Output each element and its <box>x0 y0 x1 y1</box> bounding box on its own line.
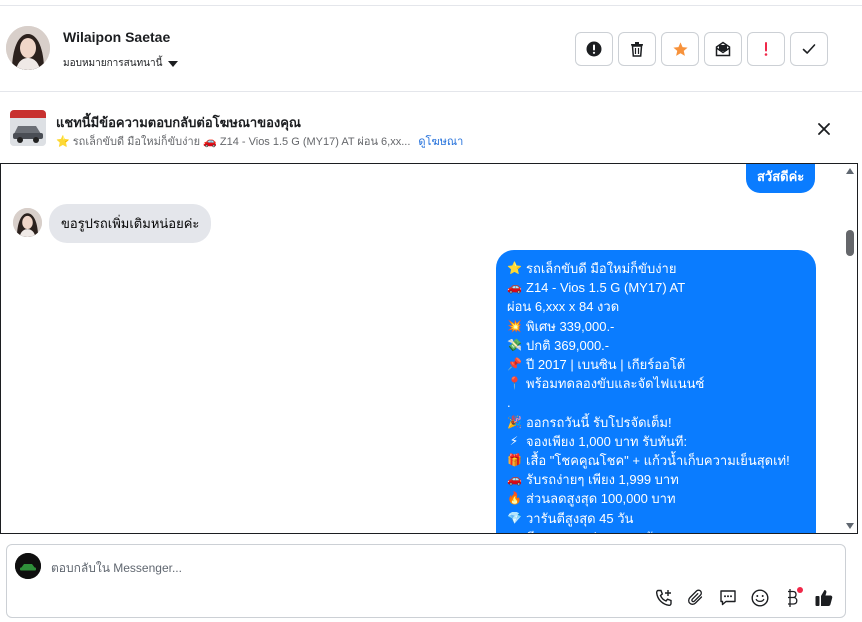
car-emoji-icon: 🚗 <box>507 472 522 487</box>
ad-message-line-text: ออกรถวันนี้ รับโปรจัดเต็ม! <box>526 414 672 430</box>
saved-replies-button[interactable] <box>717 587 739 609</box>
phone-plus-icon <box>655 589 672 607</box>
customer-avatar <box>13 208 42 237</box>
exclamation-circle-icon <box>586 41 602 57</box>
ad-message-line-text: . <box>507 395 511 411</box>
incoming-message: ขอรูปรถเพิ่มเติมหน่อยค่ะ <box>49 204 212 243</box>
ad-message-line: 🎁 เสื้อ "โชคคูณโชค" + แก้วน้ำเก็บความเย็น… <box>507 451 805 470</box>
close-banner-button[interactable] <box>814 119 834 139</box>
ad-message-line: 💥 พิเศษ 339,000.- <box>507 317 805 336</box>
thumbs-up-icon <box>815 590 833 606</box>
view-ad-link[interactable]: ดูโฆษณา <box>418 132 463 150</box>
ad-message-line-text: Z14 - Vios 1.5 G (MY17) AT <box>526 280 686 296</box>
smiley-icon <box>751 589 769 607</box>
star-icon <box>672 41 688 56</box>
scroll-down-arrow-icon[interactable] <box>846 523 854 529</box>
ad-message-line: ⚡ จองเพียง 1,000 บาท รับทันที: <box>507 432 805 451</box>
ad-message-line: 💎 วารันตีสูงสุด 45 วัน <box>507 509 805 528</box>
ad-message-line-text: เสื้อ "โชคคูณโชค" + แก้วน้ำเก็บความเย็นส… <box>526 453 790 469</box>
assign-conversation-dropdown[interactable]: มอบหมายการสนทนานี้ <box>63 56 179 71</box>
follow-up-button[interactable] <box>747 32 785 66</box>
money-wings-emoji-icon: 💸 <box>507 337 522 352</box>
outgoing-message-ad: ⭐ รถเล็กขับดี มือใหม่ก็ขับง่าย 🚗 Z14 - Vios… <box>496 250 816 533</box>
ad-message-line-text: รถเล็กขับดี มือใหม่ก็ขับง่าย <box>526 261 677 276</box>
paperclip-icon <box>688 589 703 605</box>
star-button[interactable] <box>661 32 699 66</box>
reply-composer <box>6 544 846 618</box>
ad-message-line: 🔥 ส่วนลดสูงสุด 100,000 บาท <box>507 489 805 508</box>
close-icon <box>818 123 830 135</box>
car-emoji-icon: 🚗 <box>507 280 522 295</box>
ad-message-line: 🚗 Z14 - Vios 1.5 G (MY17) AT <box>507 278 805 297</box>
trash-icon <box>631 42 643 57</box>
ad-message-line-text: จองเพียง 1,000 บาท รับทันที: <box>526 433 688 449</box>
chat-bubble-icon <box>720 590 736 606</box>
ad-message-line: 💸 ปกติ 369,000.- <box>507 336 805 355</box>
ad-message-line: 📍 พร้อมทดลองขับและจัดไฟแนนซ์ <box>507 374 805 393</box>
fire-emoji-icon: 🔥 <box>507 491 522 506</box>
boom-emoji-icon: 💥 <box>507 318 522 333</box>
ad-text: ⭐ รถเล็กขับดี มือใหม่ก็ขับง่าย 🚗 Z14 - V… <box>56 136 411 148</box>
caret-down-icon <box>168 60 179 67</box>
suv-emoji-icon: 🚙 <box>507 528 522 533</box>
emoji-button[interactable] <box>749 587 771 609</box>
diamond-emoji-icon: 💎 <box>507 510 522 525</box>
ad-summary: ⭐ รถเล็กขับดี มือใหม่ก็ขับง่าย 🚗 Z14 - V… <box>56 132 463 150</box>
ad-message-line-text: ส่วนลดสูงสุด 100,000 บาท <box>526 491 676 507</box>
ad-message-line-text: พร้อมทดลองขับและจัดไฟแนนซ์ <box>526 376 705 392</box>
star-emoji-icon: ⭐ <box>507 261 522 275</box>
ad-message-line-text: ผ่อน 6,xxx x 84 งวด <box>507 299 620 315</box>
ad-reply-title: แชทนี้มีข้อความตอบกลับต่อโฆษณาของคุณ <box>56 115 301 130</box>
payment-button[interactable] <box>781 587 803 609</box>
delete-button[interactable] <box>618 32 656 66</box>
mark-unread-button[interactable] <box>704 32 742 66</box>
call-button[interactable] <box>653 587 675 609</box>
ad-message-line-text: รับรถง่ายๆ เพียง 1,999 บาท <box>526 472 679 488</box>
ad-message-line: ⭐ รถเล็กขับดี มือใหม่ก็ขับง่าย <box>507 259 805 278</box>
envelope-open-icon <box>715 41 731 57</box>
gift-emoji-icon: 🎁 <box>507 453 522 468</box>
checkmark-icon <box>802 44 816 54</box>
ad-message-line: 🚗 รับรถง่ายๆ เพียง 1,999 บาท <box>507 470 805 489</box>
message-input[interactable] <box>51 557 611 579</box>
party-emoji-icon: 🎉 <box>507 414 522 429</box>
mark-spam-button[interactable] <box>575 32 613 66</box>
ad-message-line-text: ปกติ 369,000.- <box>526 337 610 353</box>
user-avatar[interactable] <box>6 26 50 70</box>
scroll-up-arrow-icon[interactable] <box>846 168 854 174</box>
user-name[interactable]: Wilaipon Saetae <box>63 29 170 45</box>
attach-button[interactable] <box>685 587 707 609</box>
conversation-header: Wilaipon Saetae มอบหมายการสนทนานี้ <box>0 6 862 92</box>
ad-thumbnail[interactable] <box>10 110 46 146</box>
ad-message-line-text: พิเศษ 339,000.- <box>526 318 615 334</box>
outgoing-message-greeting: สวัสดีค่ะ <box>746 164 816 193</box>
pin-emoji-icon: 📌 <box>507 357 522 372</box>
ad-message-line: . <box>507 393 805 412</box>
ad-message-line: ผ่อน 6,xxx x 84 งวด <box>507 297 805 316</box>
chat-scrollbar[interactable] <box>843 164 857 533</box>
round-pin-emoji-icon: 📍 <box>507 376 522 391</box>
ad-message-line: 🎉 ออกรถวันนี้ รับโปรจัดเต็ม! <box>507 413 805 432</box>
notification-dot <box>797 587 803 593</box>
ad-reply-banner: แชทนี้มีข้อความตอบกลับต่อโฆษณาของคุณ ⭐ ร… <box>0 93 862 163</box>
like-button[interactable] <box>813 587 835 609</box>
assign-label: มอบหมายการสนทนานี้ <box>63 58 163 69</box>
header-actions <box>575 32 828 66</box>
mark-done-button[interactable] <box>790 32 828 66</box>
message-thread[interactable]: สวัสดีค่ะ ขอรูปรถเพิ่มเติมหน่อยค่ะ ⭐ รถเล… <box>0 163 858 534</box>
page-avatar <box>15 553 41 579</box>
ad-message-line-text: วารันตีสูงสุด 45 วัน <box>526 510 634 526</box>
lightning-emoji-icon: ⚡ <box>509 433 519 448</box>
red-exclamation-icon <box>764 42 768 56</box>
scroll-thumb[interactable] <box>846 230 854 256</box>
composer-tools <box>653 587 835 609</box>
ad-message-line: 🚙 มีรถรอชมกว่า 1,000 คัน <box>507 528 805 533</box>
ad-message-line: 📌 ปี 2017 | เบนซิน | เกียร์ออโต้ <box>507 355 805 374</box>
ad-message-line-text: มีรถรอชมกว่า 1,000 คัน <box>526 528 661 533</box>
ad-message-line-text: ปี 2017 | เบนซิน | เกียร์ออโต้ <box>526 357 686 373</box>
